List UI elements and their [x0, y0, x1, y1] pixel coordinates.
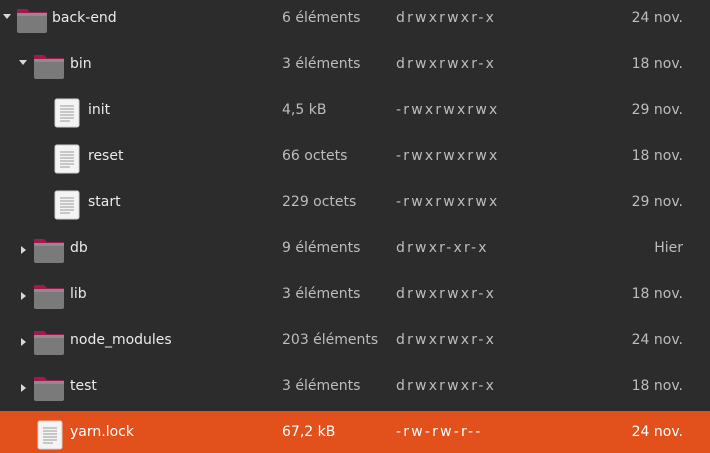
file-name: db — [70, 240, 88, 256]
file-row-lib[interactable]: lib 3 éléments drwxrwxr-x 18 nov. — [0, 273, 710, 319]
text-file-icon — [54, 98, 80, 128]
file-row-yarn-lock[interactable]: yarn.lock 67,2 kB -rw-rw-r-- 24 nov. — [0, 411, 710, 453]
file-row-node-modules[interactable]: node_modules 203 éléments drwxrwxr-x 24 … — [0, 319, 710, 365]
file-name: start — [88, 194, 121, 210]
expander-closed-icon[interactable] — [21, 246, 26, 254]
file-size: 67,2 kB — [282, 424, 336, 440]
file-permissions: -rw-rw-r-- — [396, 424, 483, 440]
file-modified-date: Hier — [654, 240, 683, 256]
file-modified-date: 24 nov. — [631, 10, 683, 26]
file-size: 203 éléments — [282, 332, 379, 348]
file-modified-date: 29 nov. — [631, 102, 683, 118]
file-modified-date: 24 nov. — [631, 424, 683, 440]
expander-closed-icon[interactable] — [21, 292, 26, 300]
file-permissions: drwxrwxr-x — [396, 56, 497, 72]
folder-icon — [33, 374, 65, 402]
file-size: 229 octets — [282, 194, 357, 210]
file-name: back-end — [52, 10, 117, 26]
file-modified-date: 18 nov. — [631, 286, 683, 302]
expander-closed-icon[interactable] — [21, 338, 26, 346]
file-size: 3 éléments — [282, 286, 361, 302]
file-permissions: drwxrwxr-x — [396, 378, 497, 394]
file-permissions: -rwxrwxrwx — [396, 194, 500, 210]
file-size: 66 octets — [282, 148, 348, 164]
text-file-icon — [54, 144, 80, 174]
file-name: lib — [70, 286, 87, 302]
folder-icon — [33, 236, 65, 264]
expander-open-icon[interactable] — [3, 14, 11, 19]
file-permissions: -rwxrwxrwx — [396, 148, 500, 164]
file-row-bin[interactable]: bin 3 éléments drwxrwxr-x 18 nov. — [0, 43, 710, 89]
expander-closed-icon[interactable] — [21, 384, 26, 392]
file-name: test — [70, 378, 97, 394]
file-size: 4,5 kB — [282, 102, 327, 118]
file-size: 9 éléments — [282, 240, 361, 256]
file-modified-date: 18 nov. — [631, 148, 683, 164]
folder-icon — [16, 6, 48, 34]
file-modified-date: 24 nov. — [631, 332, 683, 348]
file-size: 6 éléments — [282, 10, 361, 26]
file-row-init[interactable]: init 4,5 kB -rwxrwxrwx 29 nov. — [0, 89, 710, 135]
file-list: back-end 6 éléments drwxrwxr-x 24 nov. b… — [0, 0, 710, 453]
file-row-reset[interactable]: reset 66 octets -rwxrwxrwx 18 nov. — [0, 135, 710, 181]
file-modified-date: 18 nov. — [631, 56, 683, 72]
expander-open-icon[interactable] — [19, 60, 27, 65]
text-file-icon — [54, 190, 80, 220]
file-modified-date: 18 nov. — [631, 378, 683, 394]
file-permissions: -rwxrwxrwx — [396, 102, 500, 118]
text-file-icon — [37, 420, 63, 450]
file-name: node_modules — [70, 332, 172, 348]
file-permissions: drwxrwxr-x — [396, 286, 497, 302]
file-size: 3 éléments — [282, 378, 361, 394]
file-name: init — [88, 102, 111, 118]
file-size: 3 éléments — [282, 56, 361, 72]
file-row-start[interactable]: start 229 octets -rwxrwxrwx 29 nov. — [0, 181, 710, 227]
file-row-test[interactable]: test 3 éléments drwxrwxr-x 18 nov. — [0, 365, 710, 411]
file-permissions: drwxrwxr-x — [396, 332, 497, 348]
folder-icon — [33, 282, 65, 310]
file-name: reset — [88, 148, 124, 164]
file-row-db[interactable]: db 9 éléments drwxr-xr-x Hier — [0, 227, 710, 273]
folder-icon — [33, 52, 65, 80]
folder-icon — [33, 328, 65, 356]
file-permissions: drwxrwxr-x — [396, 10, 497, 26]
file-modified-date: 29 nov. — [631, 194, 683, 210]
file-row-back-end[interactable]: back-end 6 éléments drwxrwxr-x 24 nov. — [0, 0, 710, 43]
file-name: yarn.lock — [70, 424, 134, 440]
file-permissions: drwxr-xr-x — [396, 240, 489, 256]
file-name: bin — [70, 56, 92, 72]
